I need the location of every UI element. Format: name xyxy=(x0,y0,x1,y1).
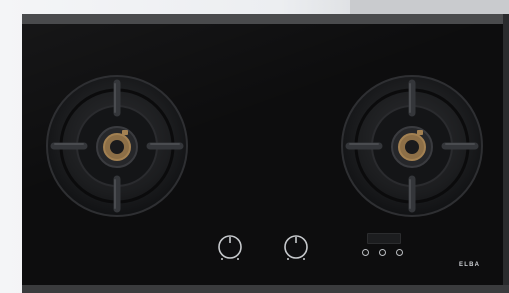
right-burner xyxy=(341,75,483,217)
brand-logo: ELBA xyxy=(459,262,481,268)
timer-button-3[interactable] xyxy=(396,249,403,256)
timer-button-2[interactable] xyxy=(379,249,386,256)
hob-bottom-edge xyxy=(22,285,509,293)
hob-right-edge xyxy=(503,14,509,293)
left-burner xyxy=(46,75,188,217)
left-knob[interactable] xyxy=(216,233,244,261)
right-knob[interactable] xyxy=(282,233,310,261)
timer-button-1[interactable] xyxy=(362,249,369,256)
timer-display xyxy=(367,233,401,244)
